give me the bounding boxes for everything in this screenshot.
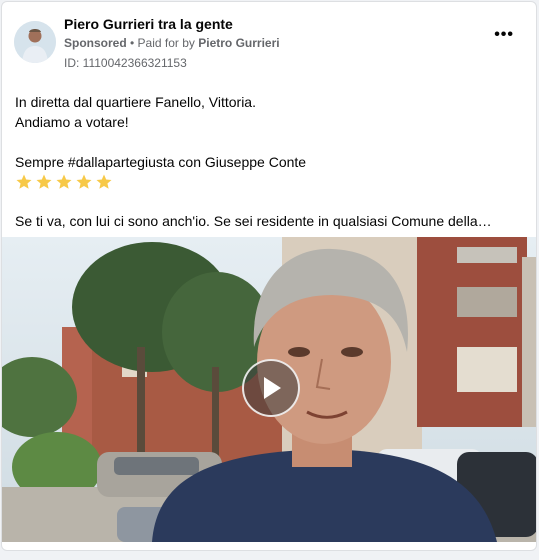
post-text-line-3: Sempre #dallapartegiusta con Giuseppe Co… <box>15 154 307 170</box>
star-icon <box>16 174 32 189</box>
sponsored-line: Sponsored • Paid for by Pietro Gurrieri <box>64 36 280 50</box>
star-icon <box>96 174 112 189</box>
post-text-line-4: Se ti va, con lui ci sono anch'io. Se se… <box>15 213 492 229</box>
play-icon <box>264 377 281 399</box>
sponsored-label: Sponsored <box>64 36 127 50</box>
avatar[interactable] <box>14 21 56 63</box>
more-icon[interactable]: ••• <box>494 27 514 43</box>
play-button[interactable] <box>242 359 300 417</box>
star-icon <box>76 174 92 189</box>
paid-for-label: • Paid for by <box>126 36 199 50</box>
star-icon <box>56 174 72 189</box>
post-text-line-2: Andiamo a votare! <box>15 114 129 130</box>
star-rating <box>15 173 113 191</box>
ad-card: Piero Gurrieri tra la gente Sponsored • … <box>1 1 537 551</box>
star-icon <box>36 174 52 189</box>
page-name[interactable]: Piero Gurrieri tra la gente <box>64 16 233 32</box>
ad-id: ID: 1110042366321153 <box>64 56 187 70</box>
video-player[interactable] <box>2 237 536 542</box>
post-text-line-1: In diretta dal quartiere Fanello, Vittor… <box>15 94 256 110</box>
payer-name[interactable]: Pietro Gurrieri <box>198 36 279 50</box>
